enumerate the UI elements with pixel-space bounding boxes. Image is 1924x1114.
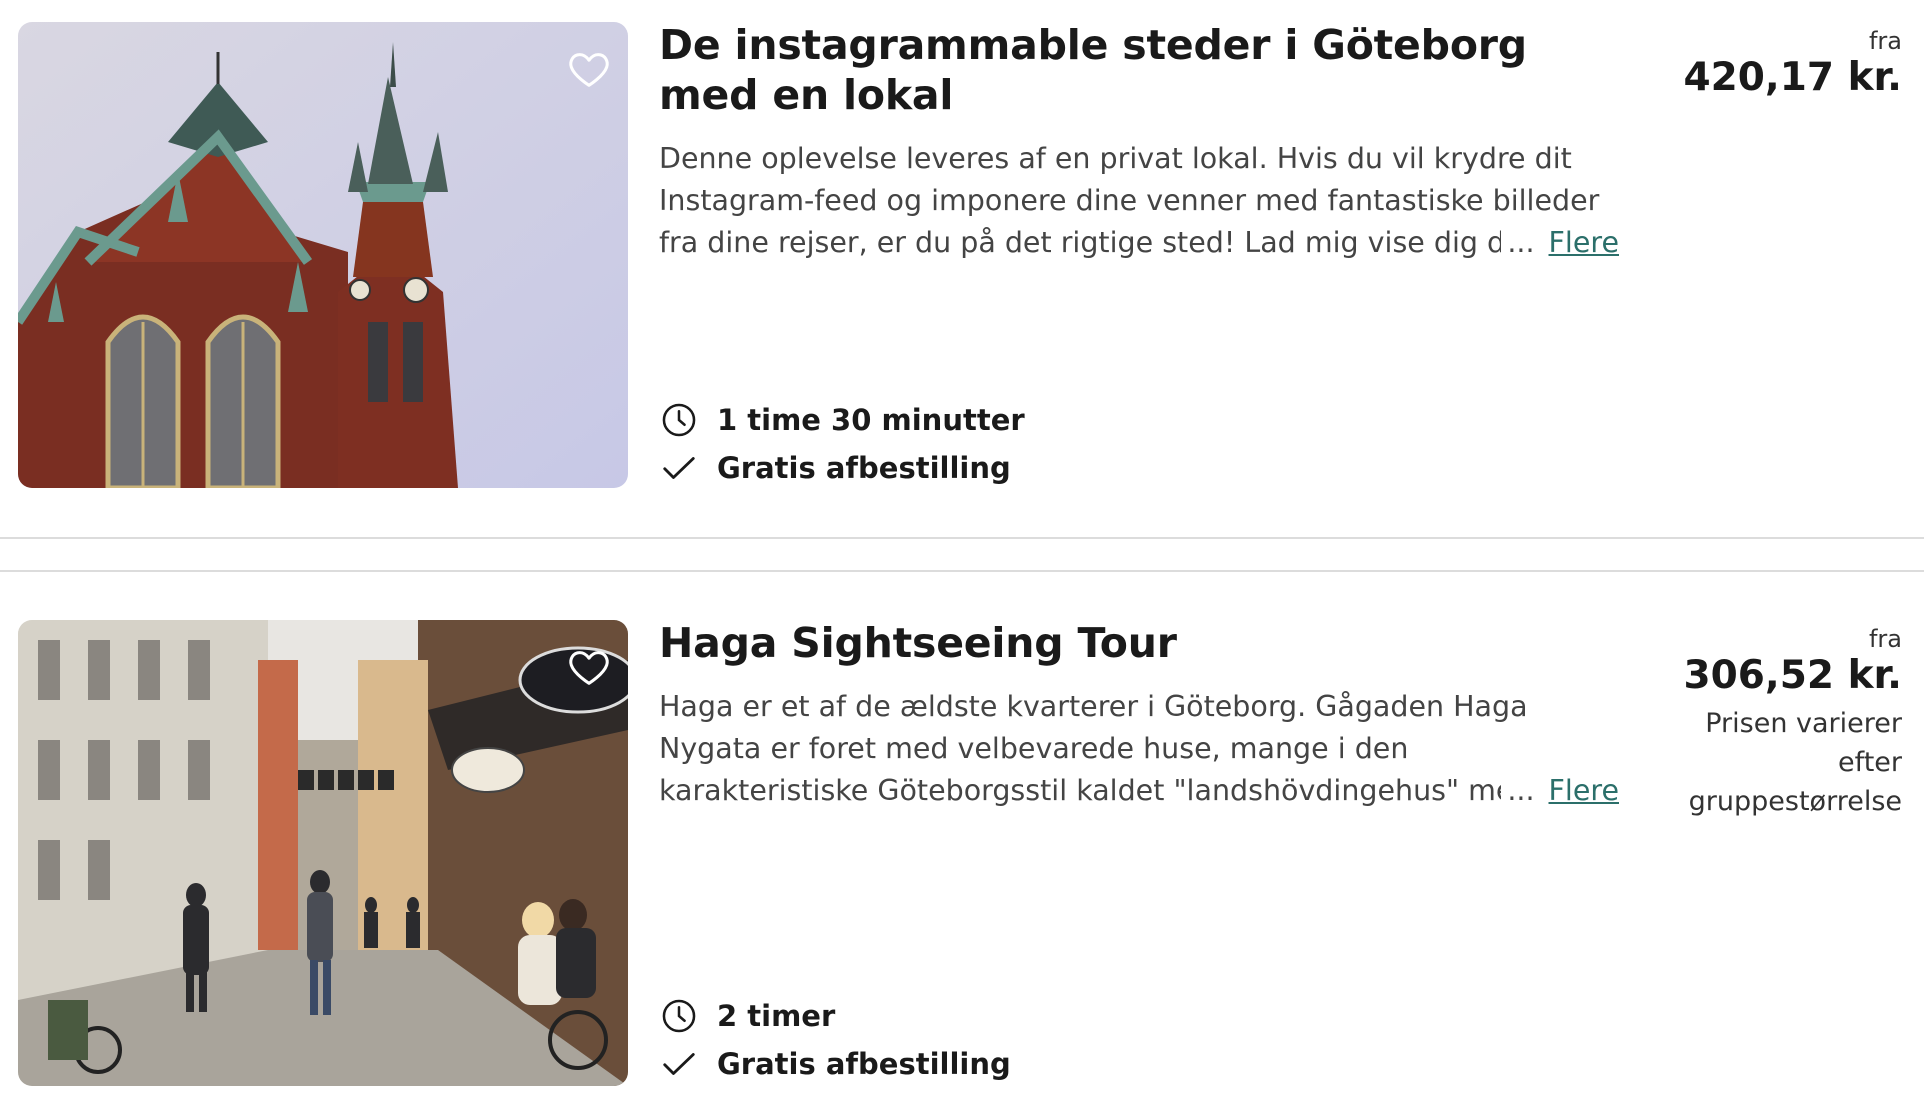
cancellation-row: Gratis afbestilling: [659, 1040, 1011, 1088]
cancellation-row: Gratis afbestilling: [659, 444, 1025, 492]
ellipsis: ...: [1507, 774, 1535, 807]
ellipsis: ...: [1507, 226, 1535, 259]
listing-title[interactable]: De instagrammable steder i Göteborg med …: [659, 20, 1624, 120]
listing-description-text: Haga er et af de ældste kvarterer i Göte…: [659, 690, 1576, 807]
clock-icon: [659, 996, 699, 1036]
cancellation-text: Gratis afbestilling: [717, 1047, 1011, 1081]
listing-description-text: Denne oplevelse leveres af en privat lok…: [659, 142, 1600, 259]
divider: [0, 570, 1924, 572]
price-note: Prisen varierer efter gruppestørrelse: [1688, 708, 1902, 817]
price-prefix: fra: [1868, 625, 1902, 653]
price-box: fra 306,52 kr. Prisen varierer efter gru…: [1642, 624, 1903, 821]
duration-row: 2 timer: [659, 992, 1011, 1040]
duration-row: 1 time 30 minutter: [659, 396, 1025, 444]
listing-features: 2 timer Gratis afbestilling: [659, 992, 1011, 1088]
listing-title[interactable]: Haga Sightseeing Tour: [659, 618, 1624, 668]
clock-icon: [659, 400, 699, 440]
price-amount: 306,52 kr.: [1683, 653, 1903, 698]
favorite-heart-icon[interactable]: [566, 644, 612, 690]
listing-photo[interactable]: [18, 22, 628, 488]
read-more: ... Flere: [1501, 770, 1619, 812]
listing-photo[interactable]: [18, 620, 628, 1086]
checkmark-icon: [659, 448, 699, 488]
price-amount: 420,17 kr.: [1683, 55, 1903, 100]
checkmark-icon: [659, 1044, 699, 1084]
listing-description: Denne oplevelse leveres af en privat lok…: [659, 138, 1619, 264]
divider: [0, 537, 1924, 539]
haga-street-photo: [18, 620, 628, 1086]
duration-text: 2 timer: [717, 999, 836, 1033]
more-link[interactable]: Flere: [1549, 226, 1619, 259]
listing-features: 1 time 30 minutter Gratis afbestilling: [659, 396, 1025, 492]
read-more: ... Flere: [1501, 222, 1619, 264]
favorite-heart-icon[interactable]: [566, 46, 612, 92]
cancellation-text: Gratis afbestilling: [717, 451, 1011, 485]
price-box: fra 420,17 kr.: [1642, 26, 1903, 100]
more-link[interactable]: Flere: [1549, 774, 1619, 807]
church-photo: [18, 22, 628, 488]
listing-description: Haga er et af de ældste kvarterer i Göte…: [659, 686, 1619, 812]
price-prefix: fra: [1868, 27, 1902, 55]
duration-text: 1 time 30 minutter: [717, 403, 1025, 437]
